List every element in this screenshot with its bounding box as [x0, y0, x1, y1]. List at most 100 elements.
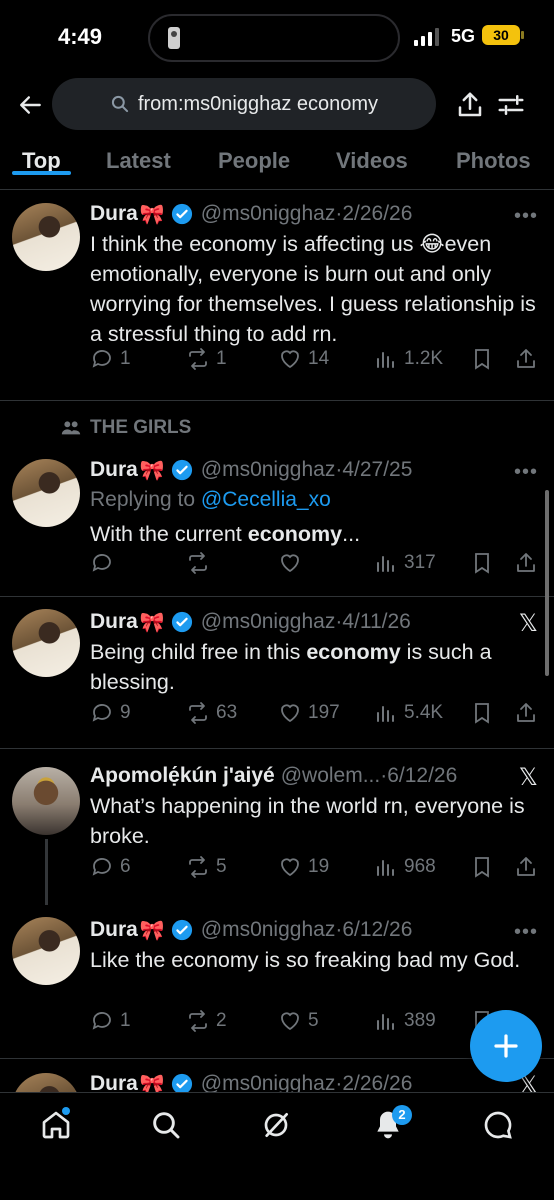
- author-name[interactable]: Dura: [90, 610, 138, 634]
- flashlight-icon: [168, 27, 180, 49]
- views-button[interactable]: 1.2K: [374, 347, 443, 371]
- tweet-date: ·4/11/26: [335, 610, 411, 633]
- reply-button[interactable]: 6: [90, 855, 131, 879]
- thread-connector: [45, 839, 48, 905]
- reply-button[interactable]: 1: [90, 347, 131, 371]
- tweet-text: Like the economy is so freaking bad my G…: [90, 948, 521, 972]
- reply-icon: [92, 858, 111, 876]
- scrollbar[interactable]: [545, 490, 549, 676]
- tab-videos[interactable]: Videos: [336, 140, 408, 174]
- avatar[interactable]: [12, 917, 80, 985]
- plus-icon: [494, 1034, 518, 1058]
- search-icon[interactable]: [150, 1109, 182, 1141]
- reply-icon: [92, 350, 111, 368]
- bookmark-icon[interactable]: [470, 701, 494, 725]
- reply-button[interactable]: 1: [90, 1009, 131, 1033]
- home-unread-dot: [62, 1107, 70, 1115]
- repost-button[interactable]: 5: [186, 855, 227, 879]
- network-type: 5G: [451, 26, 476, 46]
- like-button[interactable]: 14: [278, 347, 329, 371]
- avatar[interactable]: [12, 609, 80, 677]
- repost-icon: [189, 856, 207, 878]
- like-button[interactable]: [278, 551, 308, 575]
- tweet[interactable]: THE GIRLS Dura 🎀 @ms0nigghaz ·4/27/25 ••…: [0, 401, 554, 597]
- status-bar: 4:49 5G 30: [0, 0, 554, 72]
- author-name[interactable]: Apomolẹ́kún j'aiyé: [90, 764, 275, 788]
- views-button[interactable]: 317: [374, 551, 436, 575]
- bookmark-icon[interactable]: [470, 347, 494, 371]
- avatar[interactable]: [12, 767, 80, 835]
- views-button[interactable]: 968: [374, 855, 436, 879]
- views-button[interactable]: 5.4K: [374, 701, 443, 725]
- bookmark-icon[interactable]: [470, 855, 494, 879]
- repost-button[interactable]: [186, 551, 216, 575]
- tab-latest[interactable]: Latest: [106, 140, 171, 174]
- tab-photos[interactable]: Photos: [456, 140, 531, 174]
- views-button[interactable]: 389: [374, 1009, 436, 1033]
- replying-to: Replying to @Cecellia_xo: [90, 488, 331, 511]
- x-logo-icon: 𝕏: [518, 764, 538, 791]
- bow-emoji: 🎀: [139, 203, 165, 226]
- views-chart-icon: [377, 706, 394, 722]
- tweet-date: ·6/12/26: [380, 764, 458, 787]
- author-handle[interactable]: @ms0nigghaz: [201, 918, 336, 942]
- tweet-date: ·6/12/26: [335, 918, 413, 941]
- tab-top[interactable]: Top: [12, 140, 71, 175]
- author-handle[interactable]: @ms0nigghaz: [201, 610, 336, 634]
- like-button[interactable]: 197: [278, 701, 340, 725]
- verified-badge-icon: [171, 611, 192, 633]
- author-handle[interactable]: @ms0nigghaz: [201, 202, 336, 226]
- reply-button[interactable]: 9: [90, 701, 131, 725]
- author-handle[interactable]: @ms0nigghaz: [201, 458, 336, 482]
- compose-post-button[interactable]: [470, 1010, 542, 1082]
- bow-emoji: 🎀: [139, 919, 165, 942]
- views-chart-icon: [377, 860, 394, 876]
- reply-button[interactable]: [90, 551, 120, 575]
- repost-button[interactable]: 1: [186, 347, 227, 371]
- author-name[interactable]: Dura: [90, 458, 138, 482]
- repost-button[interactable]: 63: [186, 701, 237, 725]
- share-icon[interactable]: [514, 551, 538, 575]
- share-icon[interactable]: [514, 701, 538, 725]
- search-query: from:ms0nigghaz economy: [137, 92, 379, 115]
- tweet-text: What’s happening in the world rn, everyo…: [90, 794, 525, 848]
- reply-icon: [92, 704, 111, 722]
- more-options-icon[interactable]: •••: [514, 921, 538, 944]
- share-icon[interactable]: [514, 855, 538, 879]
- community-icon: [61, 421, 81, 435]
- filter-sliders-icon[interactable]: [496, 90, 526, 120]
- search-icon: [111, 95, 129, 113]
- tab-people[interactable]: People: [218, 140, 290, 174]
- x-logo-icon: 𝕏: [518, 610, 538, 637]
- more-options-icon[interactable]: •••: [514, 205, 538, 228]
- bow-emoji: 🎀: [139, 611, 165, 634]
- avatar[interactable]: [12, 203, 80, 271]
- replying-to-link[interactable]: @Cecellia_xo: [201, 488, 331, 511]
- heart-icon: [281, 350, 299, 369]
- tweet[interactable]: Dura 🎀 @ms0nigghaz ·2/26/26 ••• I think …: [0, 191, 554, 401]
- repost-icon: [189, 348, 207, 370]
- tweet[interactable]: Apomolẹ́kún j'aiyé @wolem... ·6/12/26 𝕏 …: [0, 749, 554, 905]
- dynamic-island: [148, 14, 400, 62]
- back-arrow-icon[interactable]: [18, 92, 44, 118]
- repost-button[interactable]: 2: [186, 1009, 227, 1033]
- more-options-icon[interactable]: •••: [514, 461, 538, 484]
- signal-icon: [414, 28, 439, 46]
- like-button[interactable]: 19: [278, 855, 329, 879]
- author-name[interactable]: Dura: [90, 202, 138, 226]
- author-name[interactable]: Dura: [90, 918, 138, 942]
- avatar[interactable]: [12, 459, 80, 527]
- like-button[interactable]: 5: [278, 1009, 319, 1033]
- battery-icon: 30: [482, 25, 524, 45]
- grok-icon[interactable]: [260, 1109, 292, 1141]
- messages-icon[interactable]: [482, 1109, 514, 1141]
- share-icon[interactable]: [514, 347, 538, 371]
- heart-icon: [281, 1012, 299, 1031]
- search-input[interactable]: from:ms0nigghaz economy: [52, 78, 436, 130]
- search-results-feed: Dura 🎀 @ms0nigghaz ·2/26/26 ••• I think …: [0, 191, 554, 1141]
- heart-icon: [281, 554, 299, 573]
- share-icon[interactable]: [455, 90, 485, 120]
- tweet[interactable]: Dura 🎀 @ms0nigghaz ·4/11/26 𝕏 Being chil…: [0, 597, 554, 749]
- bookmark-icon[interactable]: [470, 551, 494, 575]
- author-handle[interactable]: @wolem...: [281, 764, 381, 788]
